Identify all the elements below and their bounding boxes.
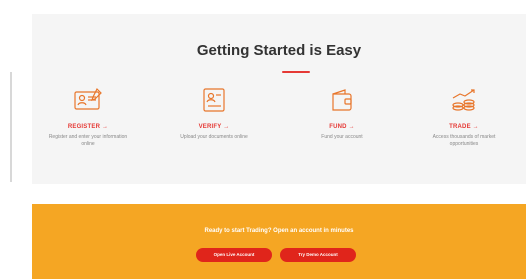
step-label[interactable]: VERIFY → [154,124,274,130]
step-label[interactable]: TRADE → [404,124,524,130]
step-description: Upload your documents online [180,134,248,140]
step-trade: TRADE → Access thousands of market oppor… [404,86,524,148]
step-verify: VERIFY → Upload your documents online [154,86,274,141]
step-description: Register and enter your information onli… [48,134,128,147]
left-divider [10,72,12,182]
step-description: Fund your account [321,134,363,140]
step-fund: FUND → Fund your account [282,86,402,141]
cta-banner: Ready to start Trading? Open an account … [32,204,526,279]
id-card-icon [71,86,105,114]
title-underline [282,71,310,73]
section-title: Getting Started is Easy [196,42,362,59]
step-label[interactable]: FUND → [282,124,402,130]
try-demo-account-button[interactable]: Try Demo Account [280,248,356,262]
step-description: Access thousands of market opportunities [432,134,496,147]
open-live-account-button[interactable]: Open Live Account [196,248,272,262]
banner-text: Ready to start Trading? Open an account … [204,228,354,234]
document-photo-icon [197,86,231,114]
step-label[interactable]: REGISTER → [28,124,148,130]
wallet-icon [325,86,359,114]
coins-chart-icon [447,86,481,114]
step-register: REGISTER → Register and enter your infor… [28,86,148,148]
